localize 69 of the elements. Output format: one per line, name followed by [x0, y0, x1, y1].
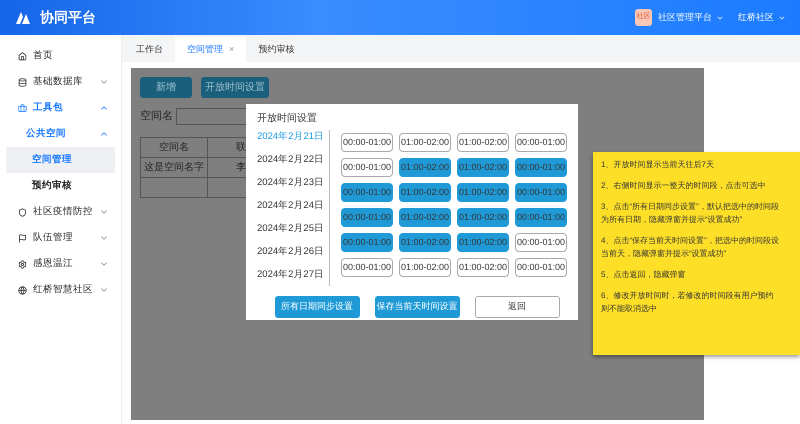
- date-item[interactable]: 2024年2月26日: [257, 245, 329, 263]
- app-title: 协同平台: [40, 8, 96, 27]
- time-slot[interactable]: 01:00-02:00: [457, 133, 509, 152]
- time-slot[interactable]: 00:00-01:00: [515, 133, 567, 152]
- home-icon: [18, 52, 27, 60]
- logo-icon: [14, 10, 32, 24]
- time-slot[interactable]: 01:00-02:00: [457, 258, 509, 277]
- time-slot[interactable]: 00:00-01:00: [341, 258, 393, 277]
- sidebar-item[interactable]: 基础数据库: [6, 69, 115, 95]
- time-slot[interactable]: 00:00-01:00: [515, 208, 567, 227]
- gear-icon: [18, 260, 27, 268]
- sidebar-item[interactable]: 红桥智慧社区: [6, 277, 115, 303]
- note-text: 当前天，隐藏弹窗并提示“设置成功”: [601, 248, 728, 260]
- note-text: 1、开放时间显示当前天往后7天: [601, 159, 715, 171]
- note-text: 3、点击“所有日期同步设置”，默认把选中的时间段: [601, 201, 780, 213]
- sidebar-item[interactable]: 社区疫情防控: [6, 199, 115, 225]
- time-slot[interactable]: 01:00-02:00: [457, 158, 509, 177]
- dialog-button[interactable]: 返回: [474, 296, 560, 318]
- tab[interactable]: 空间管理 ×: [175, 37, 246, 62]
- time-slot[interactable]: 00:00-01:00: [341, 208, 393, 227]
- community-dropdown[interactable]: 红桥社区: [738, 10, 786, 24]
- shield-icon: [18, 208, 27, 216]
- time-slot[interactable]: 00:00-01:00: [341, 158, 393, 177]
- sidebar-item[interactable]: 感恩温江: [6, 251, 115, 277]
- time-slot[interactable]: 00:00-01:00: [515, 183, 567, 202]
- note-text: 则不能取消选中: [601, 303, 658, 315]
- note-text: 4、点击“保存当前天时间设置”，把选中的时间段设: [601, 235, 780, 247]
- note-text: 6、修改开放时间时，若修改的时间段有用户预约: [601, 290, 774, 302]
- date-item[interactable]: 2024年2月24日: [257, 199, 329, 217]
- time-slot[interactable]: 01:00-02:00: [399, 258, 451, 277]
- search-label: 空间名: [140, 108, 173, 124]
- sidebar-item[interactable]: 公共空间: [6, 121, 115, 147]
- sidebar-item[interactable]: 预约审核: [6, 173, 115, 199]
- platform-dropdown[interactable]: 社区管理平台: [658, 10, 724, 24]
- time-slot[interactable]: 01:00-02:00: [457, 233, 509, 252]
- action-button[interactable]: 开放时间设置: [201, 77, 269, 98]
- time-slot[interactable]: 00:00-01:00: [515, 233, 567, 252]
- globe-icon: [18, 286, 27, 294]
- time-slot[interactable]: 01:00-02:00: [457, 208, 509, 227]
- time-slot[interactable]: 01:00-02:00: [399, 183, 451, 202]
- table-cell: 这是空间名字: [141, 158, 208, 178]
- time-slot[interactable]: 01:00-02:00: [399, 208, 451, 227]
- note-text: 为所有日期，隐藏弹窗并提示“设置成功”: [601, 214, 744, 226]
- time-slot[interactable]: 01:00-02:00: [399, 158, 451, 177]
- sidebar-item[interactable]: 首页: [6, 43, 115, 69]
- sidebar-item[interactable]: 空间管理: [6, 147, 115, 173]
- date-item[interactable]: 2024年2月23日: [257, 176, 329, 194]
- time-slot[interactable]: 00:00-01:00: [515, 158, 567, 177]
- note-text: 5、点击返回，隐藏弹窗: [601, 269, 686, 281]
- time-slot[interactable]: 00:00-01:00: [341, 133, 393, 152]
- note-text: 2、右侧时间显示一整天的时间段，点击可选中: [601, 180, 766, 192]
- time-slot[interactable]: 00:00-01:00: [341, 233, 393, 252]
- tab[interactable]: 预约审核: [246, 37, 306, 62]
- flag-icon: [18, 234, 27, 242]
- time-slot[interactable]: 01:00-02:00: [457, 183, 509, 202]
- action-button[interactable]: 新增: [140, 77, 192, 98]
- time-slot[interactable]: 01:00-02:00: [399, 233, 451, 252]
- time-slot[interactable]: 01:00-02:00: [399, 133, 451, 152]
- tab[interactable]: 工作台: [124, 37, 175, 62]
- time-slot[interactable]: 00:00-01:00: [341, 183, 393, 202]
- database-icon: [18, 78, 27, 86]
- sidebar-item[interactable]: 工具包: [6, 95, 115, 121]
- date-item[interactable]: 2024年2月25日: [257, 222, 329, 240]
- sidebar-item[interactable]: 队伍管理: [6, 225, 115, 251]
- table-header-cell: 空间名: [141, 138, 208, 158]
- time-slot[interactable]: 00:00-01:00: [515, 258, 567, 277]
- briefcase-icon: [18, 104, 27, 112]
- dialog-title: 开放时间设置: [257, 112, 318, 126]
- date-item[interactable]: 2024年2月27日: [257, 268, 329, 286]
